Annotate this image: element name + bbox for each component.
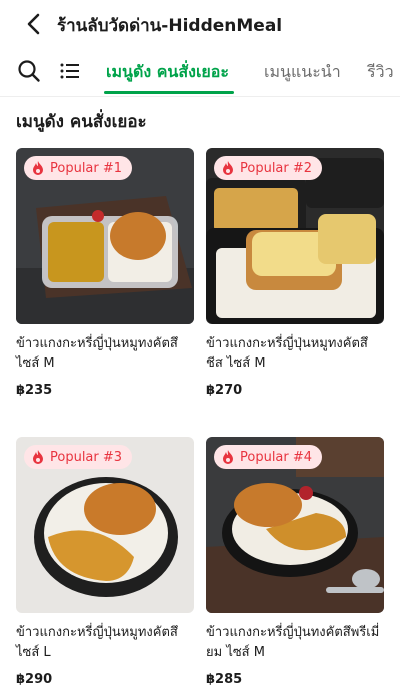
badge-label: Popular #4 [240,449,313,465]
item-name: ข้าวแกงกะหรี่ญี่ปุ่นหมูทงคัตสึ ไซส์ M [16,336,178,371]
tab-reviews[interactable]: รีวิว [367,60,394,85]
fire-icon [33,161,43,175]
search-button[interactable] [16,58,42,84]
popular-badge: Popular #3 [24,445,133,469]
item-price: ฿290 [16,672,53,687]
section-title: เมนูดัง คนสั่งเยอะ [16,112,147,132]
item-price: ฿285 [206,672,243,687]
tab-popular[interactable]: เมนูดัง คนสั่งเยอะ [106,60,229,85]
tab-recommended[interactable]: เมนูแนะนำ [264,60,341,85]
search-icon [18,60,40,82]
category-menu-button[interactable] [57,58,83,84]
chevron-left-icon [27,13,40,35]
item-name: ข้าวแกงกะหรี่ญี่ปุ่นหมูทงคัตสึ ชีส ไซส์ … [206,336,368,371]
fire-icon [33,450,43,464]
food-image: Popular #2 [206,148,384,324]
tab-bar: เมนูดัง คนสั่งเยอะ เมนูแนะนำ รีวิว [0,46,400,97]
fire-icon [223,450,233,464]
store-title: ร้านลับวัดด่าน-HiddenMeal [57,16,283,36]
back-button[interactable] [20,10,48,38]
app-header: ร้านลับวัดด่าน-HiddenMeal [0,0,400,46]
item-price: ฿235 [16,383,53,398]
food-image: Popular #4 [206,437,384,613]
popular-badge: Popular #1 [24,156,133,180]
item-name: ข้าวแกงกะหรี่ญี่ปุ่นทงคัตสึพรีเมี่ยม ไซส… [206,625,380,660]
menu-list-icon [60,63,79,79]
item-name: ข้าวแกงกะหรี่ญี่ปุ่นหมูทงคัตสึ ไซส์ L [16,625,178,660]
badge-label: Popular #1 [50,160,123,176]
badge-label: Popular #2 [240,160,313,176]
badge-label: Popular #3 [50,449,123,465]
popular-badge: Popular #4 [214,445,323,469]
fire-icon [223,161,233,175]
food-image: Popular #1 [16,148,194,324]
item-price: ฿270 [206,383,243,398]
popular-badge: Popular #2 [214,156,323,180]
food-image: Popular #3 [16,437,194,613]
active-tab-indicator [104,91,234,94]
